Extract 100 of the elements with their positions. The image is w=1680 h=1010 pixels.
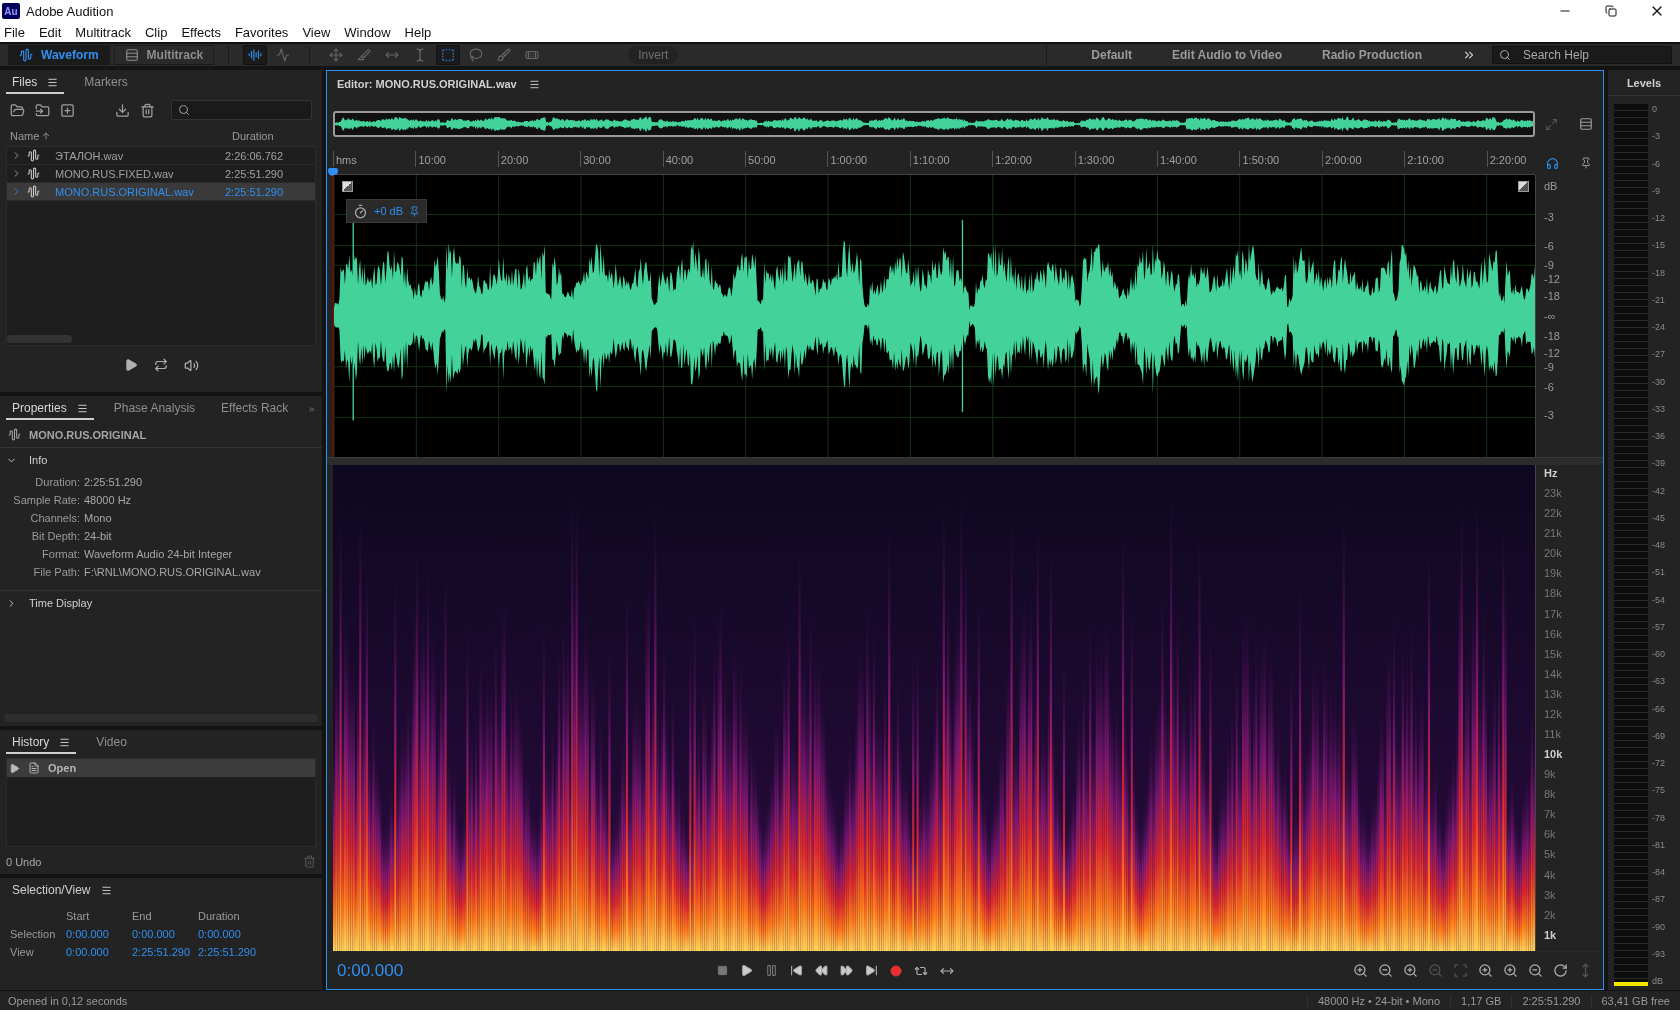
menu-item[interactable]: Help	[404, 24, 432, 40]
previous-icon[interactable]	[790, 964, 803, 977]
menu-icon[interactable]	[528, 78, 540, 90]
time-value[interactable]: 2:25:51.290	[132, 946, 198, 958]
file-row[interactable]: MONO.RUS.ORIGINAL.wav 2:25:51.290	[7, 183, 315, 201]
zoom-in-icon[interactable]	[1503, 963, 1518, 978]
panel-tab[interactable]: Video	[90, 732, 133, 754]
panel-tab[interactable]: Effects Rack	[215, 398, 295, 420]
scale-label: -3	[1544, 211, 1554, 224]
workspace-tab[interactable]: Default	[1091, 48, 1132, 62]
pin-icon[interactable]	[1580, 157, 1593, 169]
zoom-out-icon[interactable]	[1528, 963, 1543, 978]
column-header[interactable]: Duration	[232, 130, 312, 142]
menu-item[interactable]: Window	[344, 24, 391, 40]
gain-hud[interactable]: +0 dB	[346, 199, 428, 223]
time-value[interactable]: 2:25:51.290	[198, 946, 278, 958]
panel-tab[interactable]: History	[6, 732, 77, 754]
spectrum-view-button[interactable]	[243, 45, 268, 65]
panel-tab[interactable]: Markers	[78, 72, 134, 94]
scale-label: -9	[1544, 259, 1554, 272]
import-folder-icon[interactable]	[35, 102, 50, 118]
menu-item[interactable]: Multitrack	[75, 24, 131, 40]
menu-item[interactable]: View	[302, 24, 331, 40]
fade-out-handle[interactable]	[1518, 181, 1529, 192]
speaker-icon[interactable]	[183, 358, 199, 373]
playhead-marker[interactable]	[328, 168, 338, 176]
menu-icon[interactable]	[59, 736, 71, 748]
zoom-out-icon[interactable]	[1378, 963, 1393, 978]
section-title[interactable]: Time Display	[29, 597, 93, 609]
field-label: Channels:	[29, 512, 80, 524]
menu-item[interactable]: Favorites	[234, 24, 289, 40]
sort-arrow-icon[interactable]	[41, 131, 52, 141]
delete-icon[interactable]	[140, 102, 155, 118]
menu-icon[interactable]	[47, 76, 59, 88]
lanes-icon[interactable]	[1578, 117, 1593, 131]
scale-label: -48	[1652, 540, 1665, 550]
column-header[interactable]: Name	[10, 130, 40, 142]
next-icon[interactable]	[865, 964, 878, 977]
panel-tab[interactable]: Properties	[6, 398, 94, 420]
headphones-icon[interactable]	[1545, 156, 1559, 170]
razor-tool-icon	[357, 48, 372, 62]
menu-item[interactable]: Effects	[181, 24, 221, 40]
time-value[interactable]: 0:00.000	[66, 946, 132, 958]
scale-label: 9k	[1544, 768, 1557, 781]
column-header: Duration	[198, 910, 241, 922]
scale-label: -36	[1652, 431, 1665, 441]
waveform-icon	[27, 185, 40, 198]
time-value[interactable]: 0:00.000	[66, 928, 132, 940]
play-icon[interactable]	[123, 358, 138, 372]
pin-icon[interactable]	[409, 205, 421, 217]
menu-item[interactable]: File	[4, 24, 25, 40]
history-item[interactable]: Open	[7, 759, 315, 777]
scale-label: Hz	[1544, 467, 1559, 479]
menu-icon[interactable]	[100, 884, 112, 896]
menu-item[interactable]: Clip	[145, 24, 168, 40]
panel-tab[interactable]: Phase Analysis	[107, 398, 202, 420]
zoom-in-icon[interactable]	[1353, 963, 1368, 978]
file-row[interactable]: ЭТАЛОН.wav 2:26:06.762	[7, 147, 315, 165]
stop-icon[interactable]	[717, 965, 728, 976]
pause-icon[interactable]	[765, 964, 778, 977]
more-workspaces-icon[interactable]	[1462, 48, 1476, 62]
time-value[interactable]: 0:00.000	[198, 928, 278, 940]
marquee-tool-button[interactable]	[436, 45, 461, 65]
fast-forward-icon[interactable]	[840, 964, 853, 977]
open-folder-icon[interactable]	[10, 102, 25, 118]
search-field[interactable]: Search Help	[1492, 46, 1672, 64]
scale-label: dB	[1544, 180, 1558, 193]
restore-icon[interactable]	[1605, 5, 1617, 17]
menu-icon[interactable]	[76, 402, 88, 414]
panel-title[interactable]: Selection/View	[6, 880, 118, 902]
workspace-tab[interactable]: Radio Production	[1322, 48, 1422, 62]
loop-icon[interactable]	[153, 358, 168, 372]
ruler-label: 1:50:00	[1239, 151, 1322, 167]
split-handle[interactable]	[327, 457, 1535, 465]
play-icon	[9, 762, 20, 774]
zoom-in-icon[interactable]	[1403, 963, 1418, 978]
ruler-label: hms	[333, 151, 416, 167]
mode-tab[interactable]: Waveform	[8, 45, 110, 65]
new-file-icon[interactable]	[60, 102, 75, 118]
panel-tab[interactable]: Files	[6, 72, 65, 94]
workspace-tab[interactable]: Edit Audio to Video	[1172, 48, 1282, 62]
record-icon[interactable]	[890, 964, 902, 977]
zoom-in-icon[interactable]	[1478, 963, 1493, 978]
fade-in-handle[interactable]	[342, 181, 353, 192]
menu-item[interactable]: Edit	[38, 24, 62, 40]
mode-tab[interactable]: Multitrack	[113, 45, 215, 65]
current-time[interactable]: 0:00.000	[337, 960, 717, 981]
section-title[interactable]: Info	[29, 454, 48, 466]
time-value[interactable]: 0:00.000	[132, 928, 198, 940]
play-icon[interactable]	[740, 964, 753, 977]
file-search-field[interactable]	[171, 100, 312, 120]
scale-label: 5k	[1544, 848, 1557, 861]
scale-label: 23k	[1544, 487, 1563, 500]
scale-label: 6k	[1544, 828, 1557, 841]
ruler-label: 1:10:00	[909, 151, 993, 167]
rewind-icon[interactable]	[815, 964, 828, 977]
search-input[interactable]: Search Help	[1521, 47, 1661, 63]
split-handle[interactable]	[1535, 457, 1603, 465]
reset-zoom-icon[interactable]	[1553, 963, 1568, 978]
field-value: 2:25:51.290	[84, 476, 144, 488]
